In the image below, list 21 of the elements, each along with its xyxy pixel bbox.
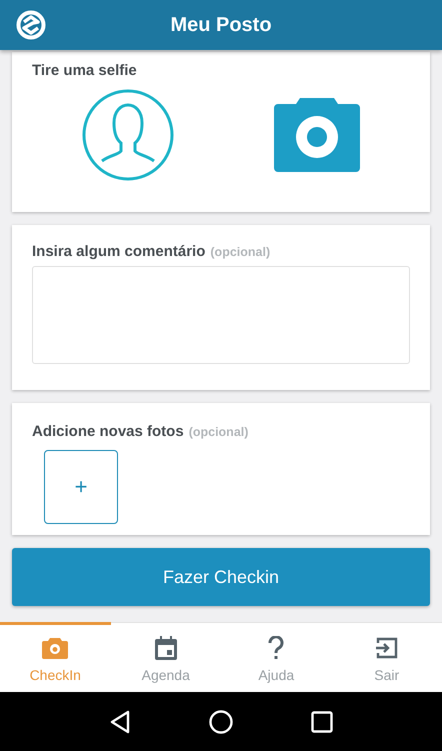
tab[interactable]: Sair (332, 622, 442, 692)
app-title: Meu Posto (169, 14, 273, 36)
add-photo-button[interactable]: + (44, 450, 118, 524)
calendar-icon (154, 636, 177, 660)
camera-icon[interactable] (274, 98, 360, 172)
tab[interactable]: Ajuda (221, 622, 332, 692)
logo-icon (16, 10, 46, 40)
checkin-button[interactable]: Fazer Checkin (12, 548, 430, 606)
card-title: Insira algum comentário (32, 243, 206, 260)
exit-icon (374, 636, 399, 660)
recents-icon[interactable] (311, 710, 333, 732)
help-icon (268, 636, 284, 660)
optional-hint: (opcional) (210, 245, 270, 259)
optional-hint: (opcional) (188, 425, 248, 439)
home-icon[interactable] (209, 710, 233, 734)
camera-icon (42, 637, 68, 659)
card-title: Tire uma selfie (32, 62, 138, 79)
card-title: Adicione novas fotos (32, 423, 184, 440)
back-icon[interactable] (109, 710, 131, 734)
tab[interactable]: Agenda (110, 622, 221, 692)
comment-field[interactable] (32, 266, 410, 364)
